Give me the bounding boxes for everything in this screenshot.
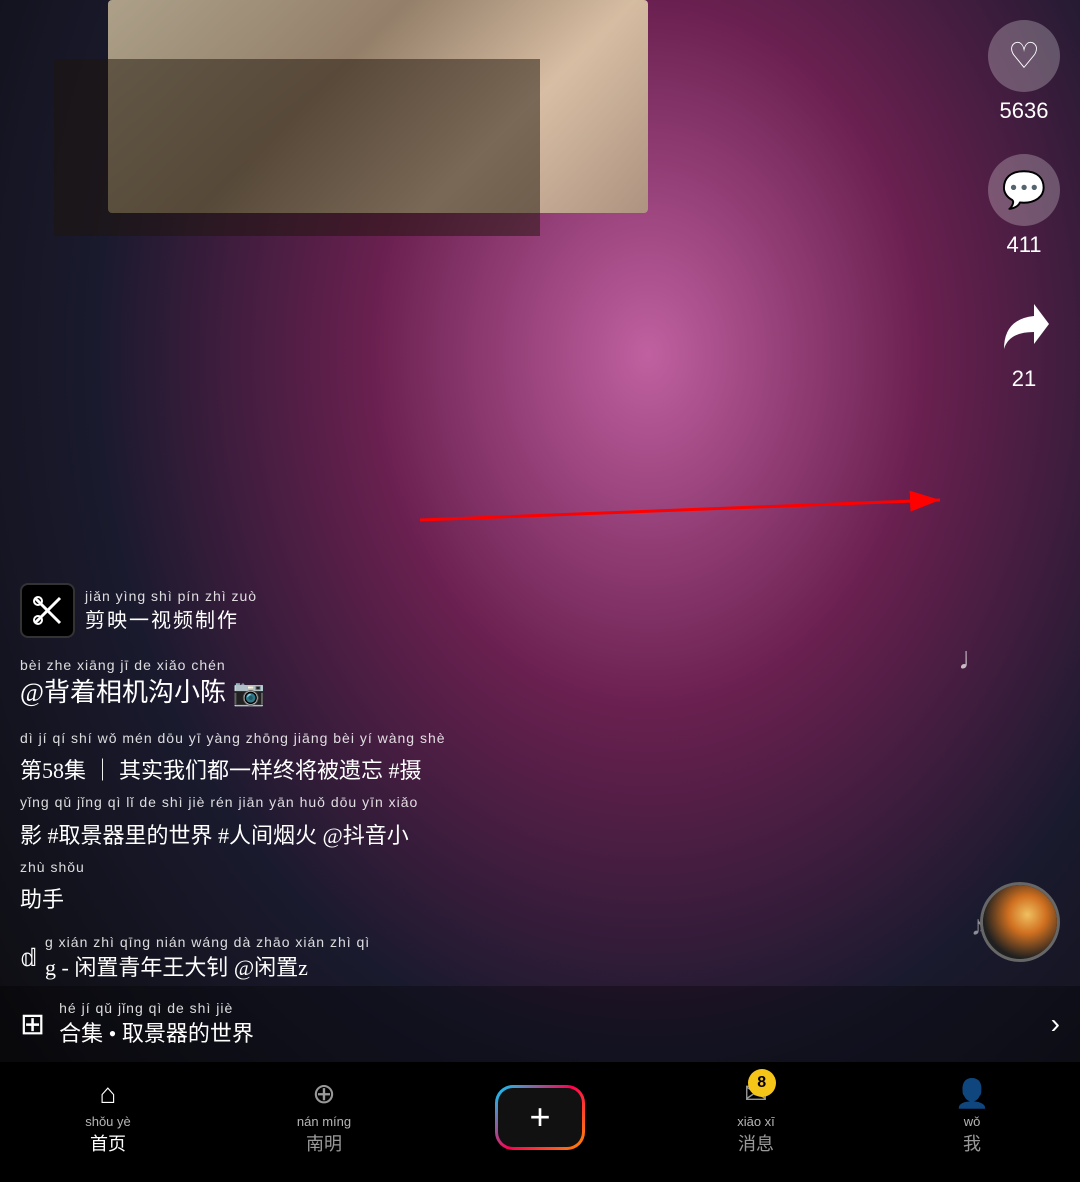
collection-pinyin: hé jí qǔ jǐng qì de shì jiè <box>59 1000 254 1016</box>
home-label: 首页 <box>90 1133 126 1156</box>
desc-line1: 第58集 ｜ 其实我们都一样终将被遗忘 #摄 <box>20 751 950 791</box>
capcut-logo <box>20 583 75 638</box>
music-text: g - 闲置青年王大钊 @闲置z <box>45 950 370 982</box>
capcut-pinyin: jiǎn yìng shì pín zhì zuò <box>85 588 257 604</box>
at-symbol: @ <box>20 678 44 707</box>
capcut-label: jiǎn yìng shì pín zhì zuò 剪映一视频制作 <box>85 588 257 633</box>
like-button[interactable]: ♡ <box>988 20 1060 92</box>
share-icon <box>994 294 1054 354</box>
chevron-right-icon: › <box>1051 1008 1060 1040</box>
capcut-text: 剪映一视频制作 <box>85 604 257 633</box>
music-disc[interactable] <box>980 882 1060 962</box>
profile-label: 我 <box>963 1133 981 1156</box>
nav-home[interactable]: ⌂ shǒu yè 首页 <box>58 1078 158 1156</box>
description: dì jí qí shí wǒ mén dōu yī yàng zhōng ji… <box>20 726 950 920</box>
capcut-badge[interactable]: jiǎn yìng shì pín zhì zuò 剪映一视频制作 <box>20 583 950 638</box>
nav-profile[interactable]: 👤 wǒ 我 <box>922 1077 1022 1156</box>
collection-icon: ⊞ <box>20 1007 45 1042</box>
desc-pinyin-2: yǐng qǔ jǐng qì lǐ de shì jiè rén jiān y… <box>20 790 950 815</box>
scissors-icon <box>30 593 65 628</box>
comment-action[interactable]: 💬 411 <box>988 154 1060 258</box>
profile-pinyin: wǒ <box>964 1114 981 1129</box>
right-sidebar: ♡ 5636 💬 411 21 <box>988 20 1060 392</box>
comment-button[interactable]: 💬 <box>988 154 1060 226</box>
comment-count: 411 <box>1006 232 1041 258</box>
author-name: 背着相机沟小陈 📷 <box>44 678 265 707</box>
music-pinyin: g xián zhì qīng nián wáng dà zhāo xián z… <box>45 934 370 950</box>
heart-icon: ♡ <box>1008 35 1040 77</box>
plus-icon: + <box>529 1096 550 1138</box>
home-icon: ⌂ <box>100 1078 117 1110</box>
home-pinyin: shǒu yè <box>85 1114 131 1129</box>
collection-left: ⊞ hé jí qǔ jǐng qì de shì jiè 合集 • 取景器的世… <box>20 1000 254 1048</box>
nav-messages[interactable]: ✉ 8 xiāo xī 消息 <box>706 1077 806 1156</box>
profile-icon: 👤 <box>955 1077 990 1110</box>
bottom-nav: ⌂ shǒu yè 首页 ⊕ nán míng 南明 + ✉ 8 xiāo xī… <box>0 1062 1080 1182</box>
content-overlay: jiǎn yìng shì pín zhì zuò 剪映一视频制作 bèi zh… <box>0 583 970 982</box>
desc-pinyin-3: zhù shǒu <box>20 855 950 880</box>
nav-add[interactable]: + <box>490 1085 590 1150</box>
explore-pinyin: nán míng <box>297 1114 351 1129</box>
like-count: 5636 <box>1000 98 1049 124</box>
explore-label: 南明 <box>306 1133 342 1156</box>
share-button[interactable] <box>988 288 1060 360</box>
share-action[interactable]: 21 <box>988 288 1060 392</box>
desc-line3: 助手 <box>20 880 950 920</box>
add-button[interactable]: + <box>495 1085 585 1150</box>
music-info: g xián zhì qīng nián wáng dà zhāo xián z… <box>45 934 370 982</box>
collection-info: hé jí qǔ jǐng qì de shì jiè 合集 • 取景器的世界 <box>59 1000 254 1048</box>
messages-label: 消息 <box>738 1133 774 1156</box>
collection-bar[interactable]: ⊞ hé jí qǔ jǐng qì de shì jiè 合集 • 取景器的世… <box>0 986 1080 1062</box>
explore-icon: ⊕ <box>312 1077 335 1110</box>
share-count: 21 <box>1012 366 1036 392</box>
collection-text: 合集 • 取景器的世界 <box>59 1021 254 1046</box>
notification-badge: 8 <box>748 1069 776 1097</box>
music-line[interactable]: 𝕕 g xián zhì qīng nián wáng dà zhāo xián… <box>20 934 950 982</box>
desc-pinyin-1: dì jí qí shí wǒ mén dōu yī yàng zhōng ji… <box>20 726 950 751</box>
author-line[interactable]: bèi zhe xiāng jī de xiǎo chén @背着相机沟小陈 📷 <box>20 656 950 712</box>
author-pinyin: bèi zhe xiāng jī de xiǎo chén <box>20 656 950 676</box>
comment-icon: 💬 <box>1002 169 1047 211</box>
like-action[interactable]: ♡ 5636 <box>988 20 1060 124</box>
messages-pinyin: xiāo xī <box>737 1114 775 1129</box>
desc-line2: 影 #取景器里的世界 #人间烟火 @抖音小 <box>20 816 950 856</box>
music-disc-inner <box>983 885 1057 959</box>
tiktok-icon: 𝕕 <box>20 944 37 973</box>
nav-explore[interactable]: ⊕ nán míng 南明 <box>274 1077 374 1156</box>
